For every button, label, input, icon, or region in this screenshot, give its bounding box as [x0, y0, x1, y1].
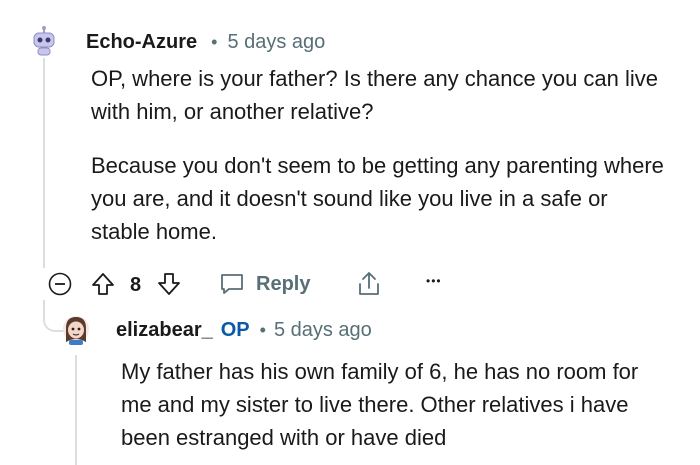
reply-paragraph-1: My father has his own family of 6, he ha…	[121, 359, 639, 450]
op-badge: OP	[220, 318, 250, 341]
separator-dot: •	[259, 319, 266, 340]
thread-line-reply[interactable]	[75, 355, 77, 465]
comment-paragraph-2: Because you don't seem to be getting any…	[91, 153, 664, 244]
reply-button[interactable]: Reply	[218, 268, 310, 300]
share-button[interactable]	[354, 269, 384, 299]
upvote-arrow-icon	[92, 273, 114, 295]
share-icon	[359, 272, 379, 295]
reply-label: Reply	[256, 272, 311, 295]
thread-line-main[interactable]	[43, 58, 45, 268]
vote-score: 8	[130, 274, 142, 296]
collapse-thread-button[interactable]	[48, 272, 72, 296]
minus-circle-icon	[48, 272, 72, 296]
reply-author[interactable]: elizabear_	[116, 319, 213, 342]
comment-header: Echo-Azure • 5 days ago	[86, 28, 325, 56]
speech-bubble-icon	[221, 274, 243, 294]
downvote-button[interactable]	[156, 271, 182, 297]
comment-action-bar: 8 Reply •••	[48, 266, 468, 302]
snoo-avatar-icon[interactable]	[61, 314, 91, 346]
robot-avatar-icon[interactable]	[28, 24, 60, 56]
comment-author[interactable]: Echo-Azure	[86, 31, 197, 54]
separator-dot: •	[211, 31, 218, 52]
reply-body: My father has his own family of 6, he ha…	[121, 355, 656, 454]
more-options-button[interactable]: •••	[426, 274, 442, 288]
upvote-button[interactable]	[90, 271, 116, 297]
comment-body: OP, where is your father? Is there any c…	[91, 62, 666, 248]
comment-paragraph-1: OP, where is your father? Is there any c…	[91, 66, 659, 124]
downvote-arrow-icon	[158, 273, 180, 295]
reply-header: elizabear_ OP • 5 days ago	[116, 316, 372, 344]
reply-timestamp[interactable]: 5 days ago	[274, 319, 372, 342]
comment-timestamp[interactable]: 5 days ago	[227, 31, 325, 54]
